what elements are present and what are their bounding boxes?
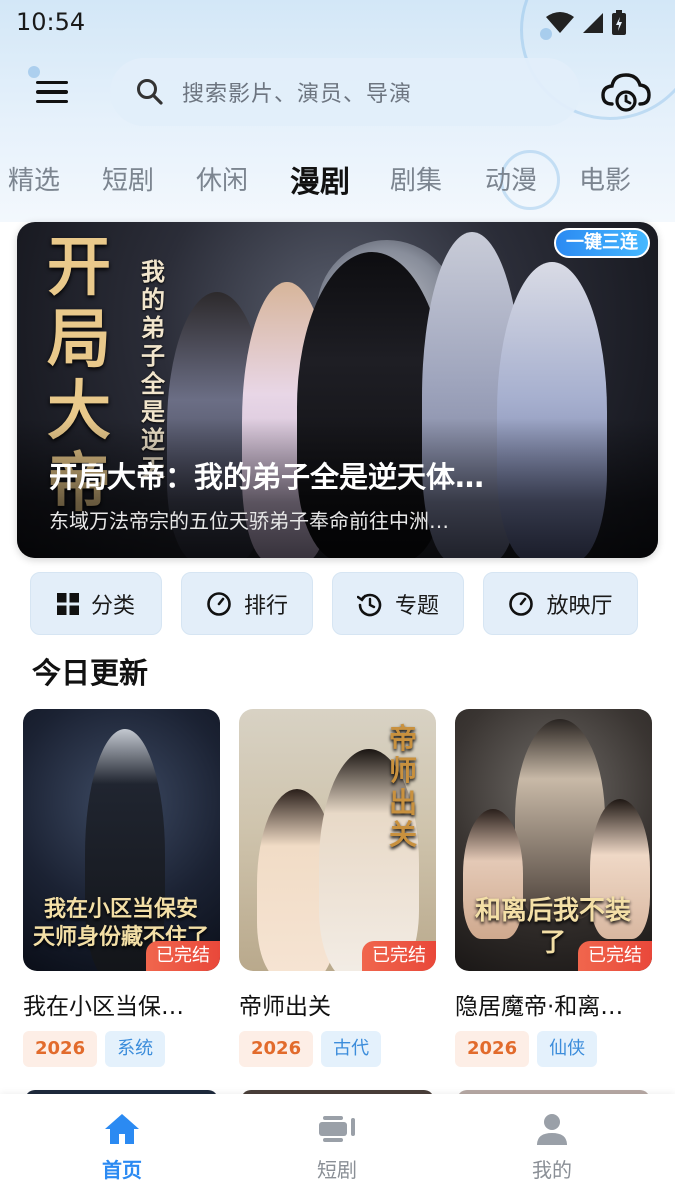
nav-home[interactable]: 首页 (62, 1112, 182, 1183)
search-bar[interactable]: 搜索影片、演员、导演 (110, 58, 580, 126)
drama-card[interactable]: 帝师出关 已完结 帝师出关 2026 古代 (239, 709, 436, 1067)
cloud-button[interactable] (600, 70, 652, 116)
featured-banner[interactable]: 开局大帝 我的弟子全是逆天 一键三连 开局大帝：我的弟子全是逆天体… 东域万法帝… (17, 222, 658, 558)
bottom-navigation: 首页 短剧 我的 (0, 1094, 675, 1200)
home-icon (105, 1114, 139, 1144)
card-poster: 我在小区当保安 天师身份藏不住了 已完结 (23, 709, 220, 971)
card-title: 隐居魔帝·和离… (455, 994, 624, 1020)
ranking-button[interactable]: 排行 (181, 572, 313, 635)
tab-short-drama[interactable]: 短剧 (102, 160, 154, 197)
card-title: 帝师出关 (239, 994, 331, 1020)
search-icon (137, 79, 163, 105)
status-badge: 已完结 (362, 941, 436, 971)
status-badge: 已完结 (146, 941, 220, 971)
status-badge: 已完结 (578, 941, 652, 971)
genre-tag[interactable]: 系统 (105, 1031, 166, 1067)
topic-label: 专题 (394, 593, 439, 619)
battery-icon (612, 10, 626, 35)
person-icon (537, 1114, 567, 1145)
year-tag: 2026 (23, 1031, 98, 1067)
tab-series[interactable]: 剧集 (390, 160, 442, 197)
triple-action-badge[interactable]: 一键三连 (554, 228, 650, 258)
screening-hall-label: 放映厅 (546, 593, 613, 619)
category-label: 分类 (90, 593, 135, 619)
menu-button[interactable] (36, 74, 76, 110)
ranking-label: 排行 (243, 593, 288, 619)
drama-card[interactable]: 和离后我不装了 已完结 隐居魔帝·和离… 2026 仙侠 (455, 709, 652, 1067)
section-title-today-updates: 今日更新 (32, 656, 149, 690)
tab-anime[interactable]: 动漫 (485, 160, 537, 197)
year-tag: 2026 (239, 1031, 314, 1067)
wifi-icon (546, 12, 574, 33)
genre-tag[interactable]: 古代 (321, 1031, 382, 1067)
tab-casual[interactable]: 休闲 (196, 160, 248, 197)
circle-icon (509, 591, 534, 616)
banner-title: 开局大帝：我的弟子全是逆天体… (49, 460, 485, 494)
nav-short-drama-label: 短剧 (317, 1158, 357, 1182)
card-poster: 和离后我不装了 已完结 (455, 709, 652, 971)
poster-caption: 帝师出关 (389, 722, 418, 851)
nav-profile-label: 我的 (532, 1158, 572, 1182)
history-icon (356, 593, 382, 616)
banner-description: 东域万法帝宗的五位天骄弟子奉命前往中洲… (49, 509, 449, 533)
screening-hall-button[interactable]: 放映厅 (483, 572, 638, 635)
topic-button[interactable]: 专题 (332, 572, 464, 635)
category-tabs: 精选 短剧 休闲 漫剧 剧集 动漫 电影 (0, 154, 675, 210)
genre-tag[interactable]: 仙侠 (537, 1031, 598, 1067)
drama-card[interactable]: 我在小区当保安 天师身份藏不住了 已完结 我在小区当保… 2026 系统 (23, 709, 220, 1067)
status-time: 10:54 (16, 8, 86, 36)
year-tag: 2026 (455, 1031, 530, 1067)
cloud-sync-icon (601, 73, 651, 112)
nav-profile[interactable]: 我的 (492, 1112, 612, 1183)
video-stack-icon (319, 1116, 355, 1142)
nav-short-drama[interactable]: 短剧 (277, 1112, 397, 1183)
status-icons (545, 10, 627, 36)
status-bar: 10:54 (0, 0, 675, 46)
category-button[interactable]: 分类 (30, 572, 162, 635)
tab-featured[interactable]: 精选 (8, 160, 60, 197)
grid-icon (56, 592, 79, 615)
tab-movie[interactable]: 电影 (579, 160, 631, 197)
search-placeholder: 搜索影片、演员、导演 (182, 82, 413, 107)
card-poster: 帝师出关 已完结 (239, 709, 436, 971)
cellular-signal-icon (583, 13, 603, 33)
nav-home-label: 首页 (102, 1158, 142, 1182)
card-title: 我在小区当保… (23, 994, 184, 1020)
circle-icon (207, 591, 231, 616)
tab-comic-drama[interactable]: 漫剧 (290, 157, 350, 201)
